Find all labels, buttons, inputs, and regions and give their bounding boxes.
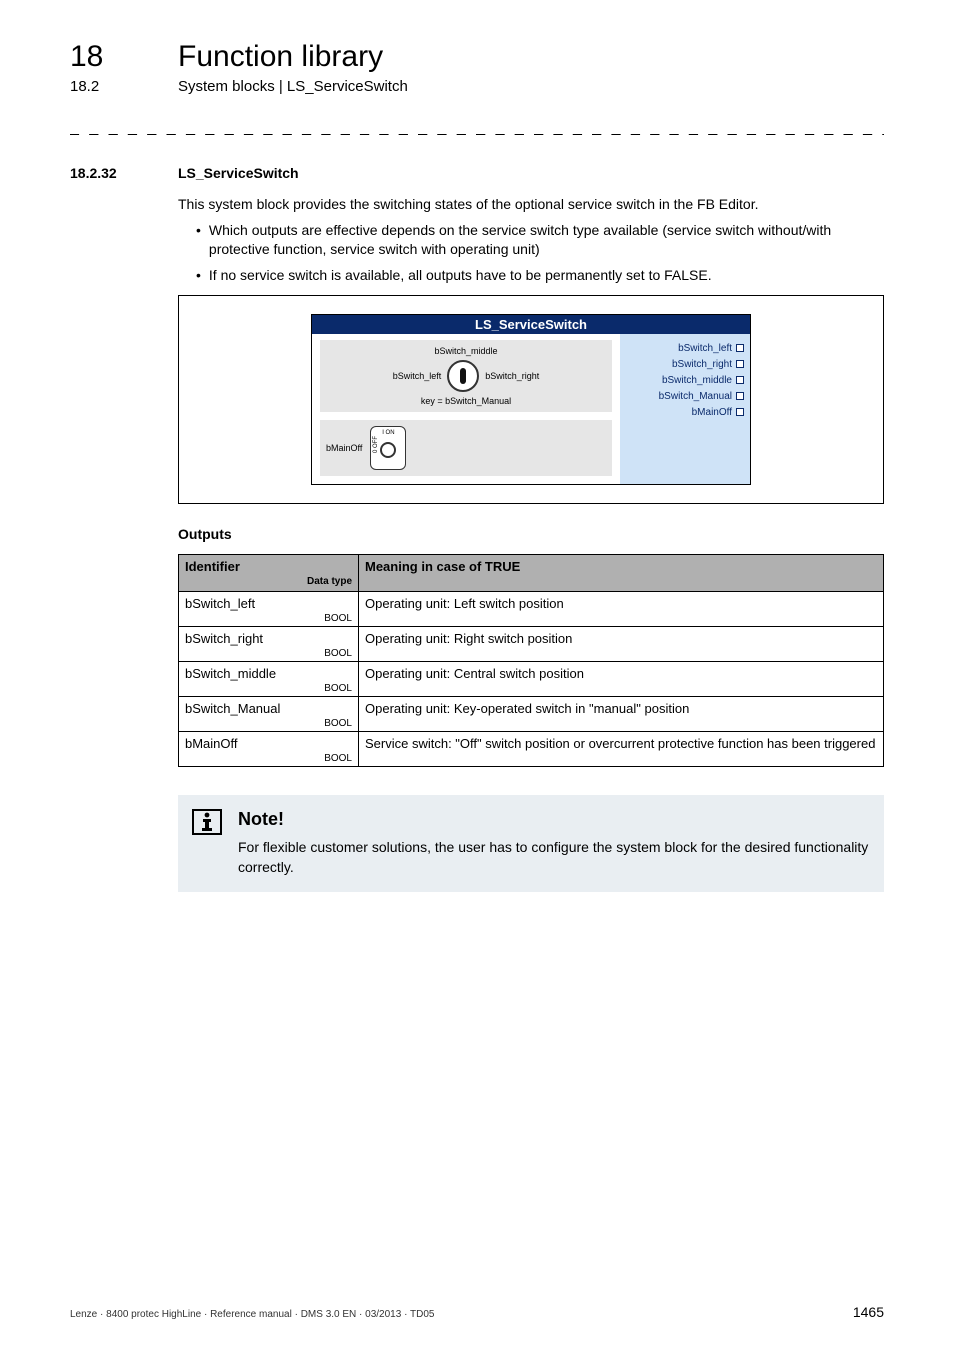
diagram-output-label: bSwitch_Manual <box>659 391 732 402</box>
table-header-identifier: Identifier Data type <box>179 555 359 592</box>
diagram-output-label: bSwitch_left <box>678 343 732 354</box>
diagram-output-label: bSwitch_right <box>672 359 732 370</box>
connector-icon <box>736 344 744 352</box>
row-meaning: Operating unit: Central switch position <box>359 662 884 697</box>
bullet-marker: • <box>196 266 201 286</box>
divider: _ _ _ _ _ _ _ _ _ _ _ _ _ _ _ _ _ _ _ _ … <box>70 119 884 137</box>
row-identifier: bSwitch_right <box>185 631 263 646</box>
connector-icon <box>736 376 744 384</box>
key-switch-icon: I ON 0 OFF <box>370 426 406 470</box>
note-box: Note! For flexible customer solutions, t… <box>178 795 884 891</box>
connector-icon <box>736 408 744 416</box>
bullet-text: If no service switch is available, all o… <box>209 266 712 286</box>
footer-left: Lenze · 8400 protec HighLine · Reference… <box>70 1309 434 1320</box>
section-number: 18.2.32 <box>70 165 150 181</box>
note-title: Note! <box>238 809 870 830</box>
table-header-meaning: Meaning in case of TRUE <box>359 555 884 592</box>
subsection-title: System blocks | LS_ServiceSwitch <box>178 78 408 95</box>
outputs-heading: Outputs <box>178 526 884 542</box>
chapter-title: Function library <box>178 40 383 74</box>
key-off-label: 0 OFF <box>373 436 379 453</box>
table-row: bSwitch_right BOOL Operating unit: Right … <box>179 627 884 662</box>
diagram-label-top: bSwitch_middle <box>326 346 606 356</box>
row-dtype: BOOL <box>185 613 352 624</box>
row-meaning: Operating unit: Right switch position <box>359 627 884 662</box>
table-row: bSwitch_middle BOOL Operating unit: Centr… <box>179 662 884 697</box>
subsection-number: 18.2 <box>70 78 150 95</box>
row-dtype: BOOL <box>185 648 352 659</box>
diagram-title: LS_ServiceSwitch <box>312 315 750 334</box>
diagram-label-left: bSwitch_left <box>393 371 442 381</box>
diagram-frame: LS_ServiceSwitch bSwitch_middle bSwitch_… <box>178 295 884 504</box>
row-identifier: bSwitch_middle <box>185 666 276 681</box>
diagram-key-panel: bMainOff I ON 0 OFF <box>320 420 612 476</box>
row-meaning: Service switch: "Off" switch position or… <box>359 732 884 767</box>
bullet-text: Which outputs are effective depends on t… <box>209 221 884 260</box>
connector-icon <box>736 392 744 400</box>
page-footer: Lenze · 8400 protec HighLine · Reference… <box>70 1304 884 1320</box>
note-text: For flexible customer solutions, the use… <box>238 838 870 877</box>
diagram-block: LS_ServiceSwitch bSwitch_middle bSwitch_… <box>311 314 751 485</box>
intro-paragraph: This system block provides the switching… <box>178 195 884 215</box>
row-dtype: BOOL <box>185 683 352 694</box>
diagram-outputs-panel: bSwitch_left bSwitch_right bSwitch_middl… <box>620 334 750 484</box>
connector-icon <box>736 360 744 368</box>
row-identifier: bMainOff <box>185 736 238 751</box>
chapter-number: 18 <box>70 40 150 74</box>
row-dtype: BOOL <box>185 718 352 729</box>
diagram-output-label: bMainOff <box>692 407 732 418</box>
outputs-table: Identifier Data type Meaning in case of … <box>178 554 884 767</box>
row-identifier: bSwitch_Manual <box>185 701 280 716</box>
diagram-mainoff-label: bMainOff <box>326 443 362 453</box>
bullet-marker: • <box>196 221 201 260</box>
table-row: bSwitch_Manual BOOL Operating unit: Key-o… <box>179 697 884 732</box>
section-title: LS_ServiceSwitch <box>178 165 299 181</box>
table-row: bSwitch_left BOOL Operating unit: Left sw… <box>179 592 884 627</box>
rotary-switch-icon <box>447 360 479 392</box>
row-meaning: Operating unit: Key-operated switch in "… <box>359 697 884 732</box>
info-icon <box>192 809 222 835</box>
diagram-output-label: bSwitch_middle <box>662 375 732 386</box>
diagram-switch-panel: bSwitch_middle bSwitch_left bSwitch_righ… <box>320 340 612 412</box>
diagram-label-bottom: key = bSwitch_Manual <box>326 396 606 406</box>
row-meaning: Operating unit: Left switch position <box>359 592 884 627</box>
page-number: 1465 <box>853 1304 884 1320</box>
diagram-label-right: bSwitch_right <box>485 371 539 381</box>
key-on-label: I ON <box>382 430 394 436</box>
row-dtype: BOOL <box>185 753 352 764</box>
table-header-id-text: Identifier <box>185 559 240 574</box>
row-identifier: bSwitch_left <box>185 596 255 611</box>
table-row: bMainOff BOOL Service switch: "Off" switc… <box>179 732 884 767</box>
table-header-dtype-text: Data type <box>185 576 352 587</box>
